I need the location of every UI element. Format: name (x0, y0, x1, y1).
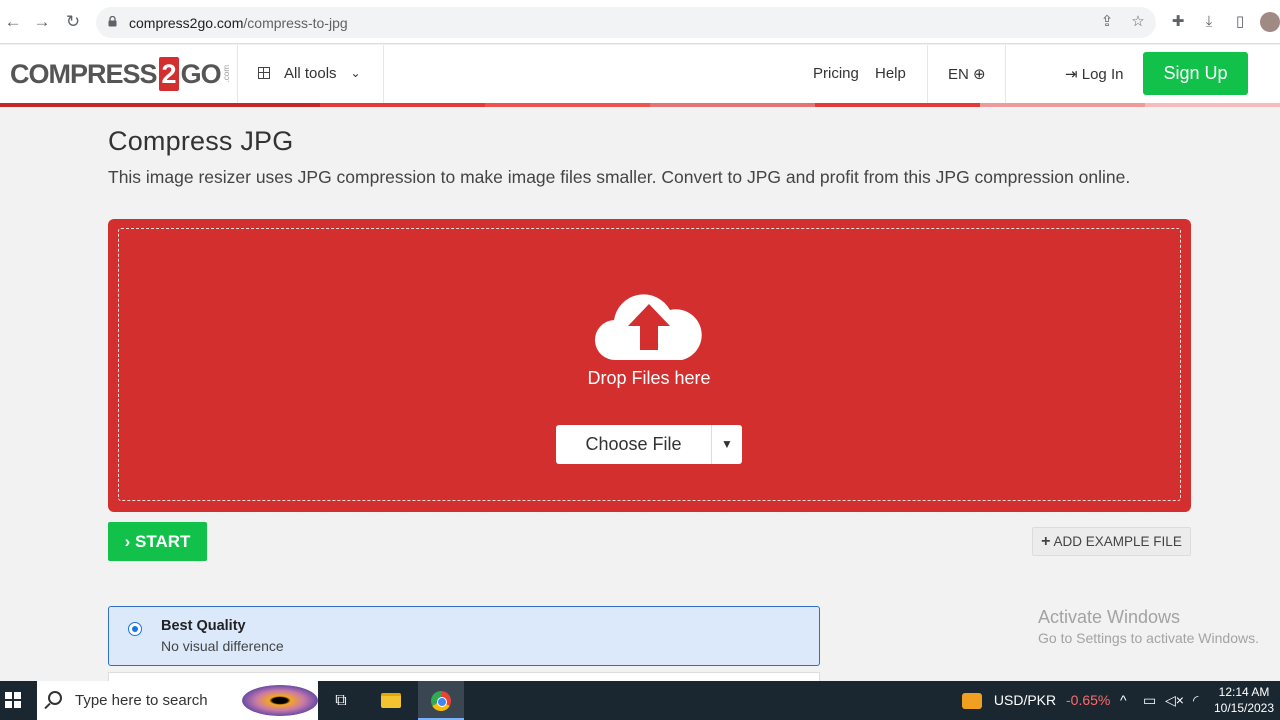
globe-icon: ⊕ (973, 66, 986, 83)
lock-icon (108, 16, 117, 27)
header-stripe (485, 103, 650, 107)
quality-radio[interactable] (128, 622, 142, 636)
tray-chevron-icon[interactable]: ^ (1120, 681, 1127, 720)
profile-avatar[interactable] (1260, 12, 1280, 32)
header-divider (927, 45, 928, 103)
logo-text-compress: COMPRESS (10, 58, 158, 89)
header-stripe (320, 103, 485, 107)
address-bar[interactable]: compress2go.com/compress-to-jpg (96, 7, 1156, 38)
clock-date: 10/15/2023 (1213, 701, 1275, 715)
all-tools-label: All tools (284, 64, 337, 82)
header-stripe (815, 103, 980, 107)
extensions-icon[interactable]: ✚ (1168, 12, 1188, 32)
all-tools-menu[interactable]: All tools ⌄ (258, 63, 361, 83)
browser-toolbar: ← → ↻ compress2go.com/compress-to-jpg ⇪ … (0, 0, 1280, 44)
back-icon[interactable]: ← (2, 11, 24, 33)
pricing-link[interactable]: Pricing (813, 65, 859, 82)
grid-icon (258, 67, 270, 79)
task-view-icon[interactable]: ⧉ (318, 681, 364, 720)
logo-text-com: .com (221, 65, 231, 83)
help-link[interactable]: Help (875, 65, 906, 82)
currency-pair: USD/PKR (993, 692, 1057, 708)
windows-start-icon[interactable] (5, 692, 21, 708)
start-label: START (135, 532, 191, 551)
add-example-file-button[interactable]: + ADD EXAMPLE FILE (1032, 527, 1191, 556)
option-description: No visual difference (161, 638, 284, 654)
plus-icon: + (1041, 533, 1051, 550)
url-domain: compress2go.com (129, 15, 244, 31)
activate-windows-watermark: Activate Windows Go to Settings to activ… (1038, 607, 1259, 646)
option-title: Best Quality (161, 618, 246, 634)
chevron-down-icon: ⌄ (350, 66, 361, 80)
header-divider (1005, 45, 1006, 103)
header-stripe (650, 103, 815, 107)
chrome-taskbar-icon[interactable] (418, 681, 464, 720)
logo-text-2: 2 (158, 57, 179, 91)
start-button[interactable]: › START (108, 522, 207, 561)
reload-icon[interactable]: ↻ (62, 11, 84, 33)
currency-widget[interactable]: USD/PKR -0.65% (962, 681, 1110, 720)
quality-option-best[interactable]: Best Quality No visual difference (108, 606, 820, 666)
search-placeholder: Type here to search (75, 692, 208, 709)
system-clock[interactable]: 12:14 AM 10/15/2023 (1212, 684, 1276, 716)
language-selector[interactable]: EN ⊕ (948, 65, 986, 83)
watermark-title: Activate Windows (1038, 607, 1181, 627)
header-stripe (0, 103, 320, 107)
sidepanel-icon[interactable]: ▯ (1230, 12, 1250, 32)
network-icon[interactable]: ◜ (1193, 681, 1198, 720)
download-icon[interactable]: ⤓ (1199, 12, 1219, 32)
drop-files-label: Drop Files here (587, 368, 711, 388)
currency-change: -0.65% (1066, 692, 1111, 708)
search-highlight-icon (242, 685, 318, 716)
page-title: Compress JPG (108, 126, 294, 156)
cloud-upload-icon (594, 294, 702, 361)
header-stripe (1145, 103, 1280, 107)
url-path: /compress-to-jpg (243, 15, 348, 31)
site-logo[interactable]: COMPRESS 2 GO .com (10, 56, 231, 92)
url-text: compress2go.com/compress-to-jpg (129, 15, 348, 31)
add-example-label: ADD EXAMPLE FILE (1053, 534, 1182, 549)
file-dropzone[interactable] (108, 219, 1191, 512)
file-explorer-icon[interactable] (368, 681, 414, 720)
choose-file-button[interactable]: Choose File ▼ (556, 425, 742, 464)
clock-time: 12:14 AM (1218, 685, 1270, 699)
choose-file-label: Choose File (585, 434, 682, 454)
search-icon (48, 691, 62, 705)
logo-text-go: GO (180, 58, 222, 89)
chevron-down-icon[interactable]: ▼ (712, 425, 742, 464)
language-label: EN (948, 66, 969, 83)
header-divider (237, 45, 238, 103)
signup-button[interactable]: Sign Up (1143, 52, 1248, 95)
page-subtitle: This image resizer uses JPG compression … (108, 167, 1131, 187)
header-stripe (980, 103, 1145, 107)
watermark-subtitle: Go to Settings to activate Windows. (1038, 630, 1259, 646)
battery-icon[interactable]: ▭ (1143, 681, 1156, 720)
header-divider (383, 45, 384, 103)
taskbar-search[interactable]: Type here to search (37, 681, 318, 720)
star-icon[interactable]: ☆ (1128, 12, 1148, 32)
volume-muted-icon[interactable]: ◁× (1165, 681, 1184, 720)
login-label: Log In (1081, 66, 1124, 83)
login-icon: ⇥ (1065, 66, 1078, 83)
login-link[interactable]: ⇥ Log In (1065, 65, 1123, 83)
share-icon[interactable]: ⇪ (1097, 12, 1117, 32)
coins-icon (962, 693, 982, 710)
chevron-right-icon: › (124, 532, 131, 551)
forward-icon[interactable]: → (31, 11, 53, 33)
